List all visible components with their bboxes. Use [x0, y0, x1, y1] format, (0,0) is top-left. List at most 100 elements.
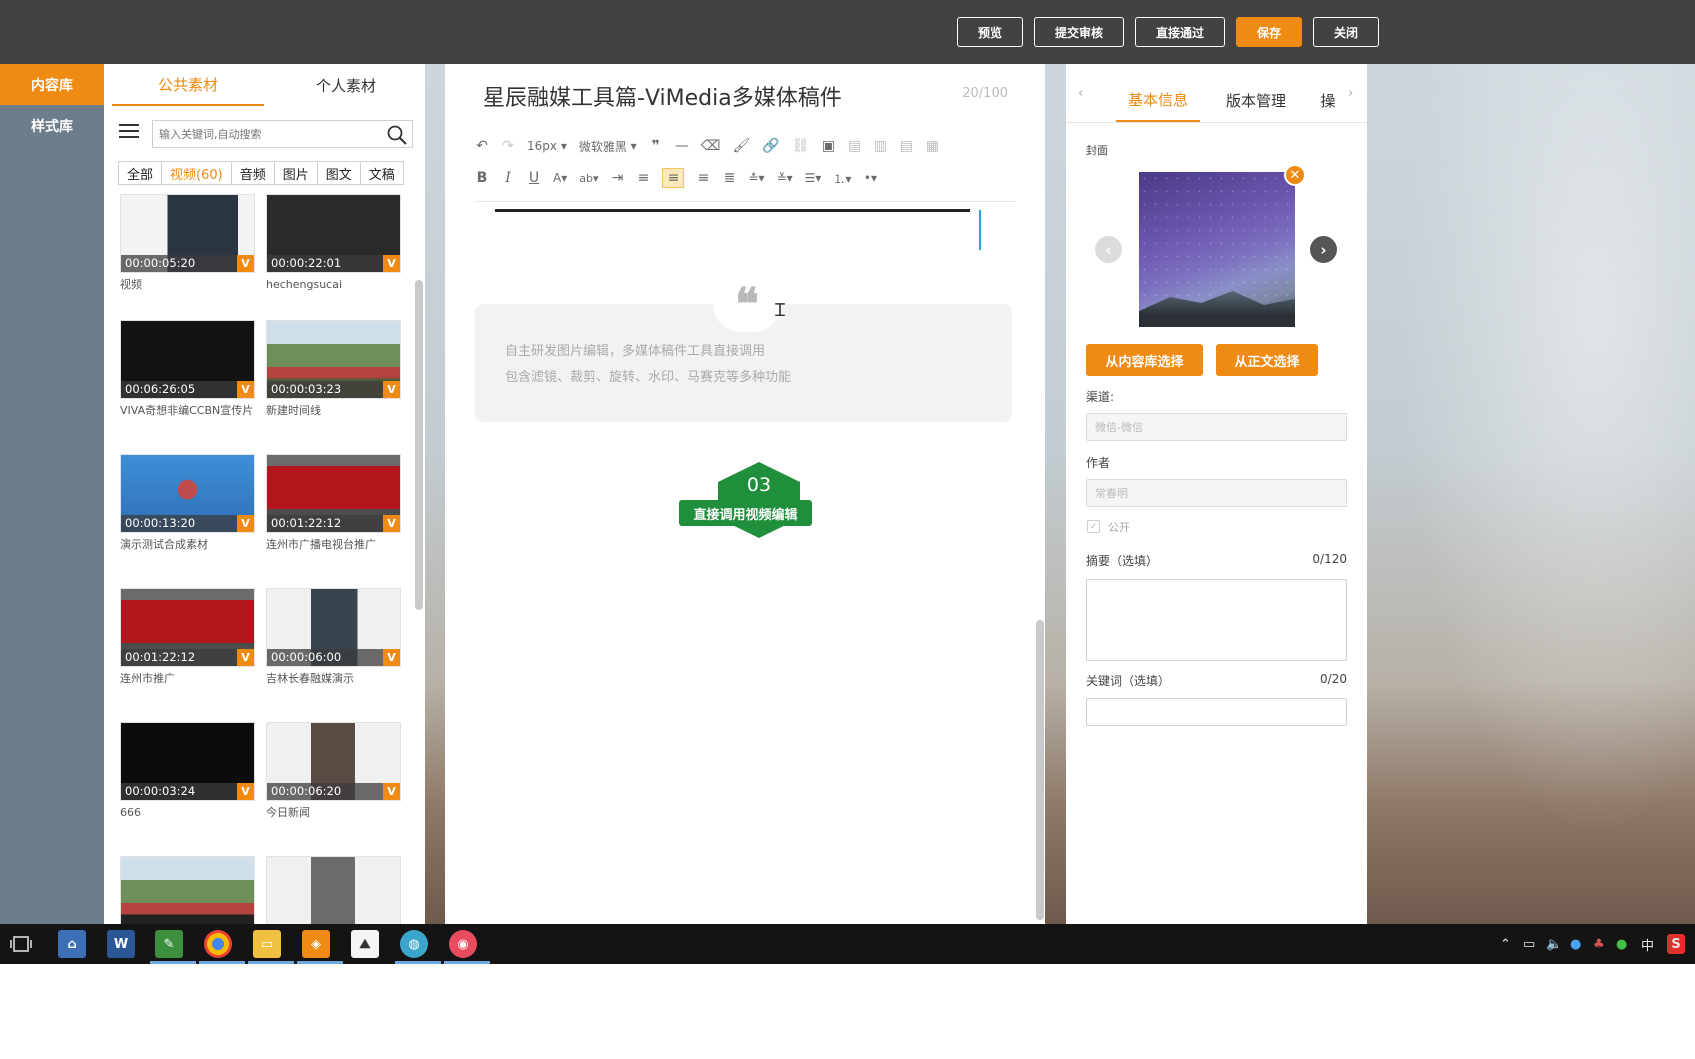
- select-from-library-button[interactable]: 从内容库选择: [1086, 344, 1203, 376]
- undo-icon[interactable]: ↶: [475, 136, 489, 156]
- editor-scrollbar[interactable]: [1036, 620, 1044, 920]
- preview-button[interactable]: 预览: [957, 17, 1023, 47]
- video-icon[interactable]: ▣: [822, 136, 836, 156]
- summary-textarea[interactable]: [1086, 579, 1347, 661]
- redo-icon[interactable]: ↷: [501, 136, 515, 156]
- ordered-list-icon[interactable]: ⒈▾: [833, 168, 851, 188]
- cover-prev-icon[interactable]: ‹: [1095, 236, 1122, 263]
- image-left-icon[interactable]: ▤: [848, 136, 862, 156]
- unlink-icon[interactable]: ⛓: [792, 136, 810, 156]
- material-scrollbar[interactable]: [415, 280, 423, 610]
- line-height-icon[interactable]: ☰▾: [805, 168, 822, 188]
- menu-icon[interactable]: [119, 124, 139, 138]
- tab-basic-info[interactable]: 基本信息: [1116, 78, 1200, 122]
- network-icon[interactable]: ▭: [1523, 934, 1535, 954]
- filter-article[interactable]: 图文: [317, 162, 361, 184]
- video-thumbnail: [120, 856, 255, 924]
- material-item[interactable]: 00:00:22:01 V hechengsucai: [266, 194, 401, 293]
- underline-icon[interactable]: U: [527, 168, 541, 188]
- row-spacing-top-icon[interactable]: ≛▾: [748, 168, 764, 188]
- align-left-icon[interactable]: ≡: [636, 168, 650, 188]
- bold-icon[interactable]: B: [475, 168, 489, 188]
- cover-next-icon[interactable]: ›: [1310, 236, 1337, 263]
- filter-all[interactable]: 全部: [119, 162, 163, 184]
- filter-image[interactable]: 图片: [274, 162, 318, 184]
- task-view-icon[interactable]: [10, 936, 32, 952]
- notepad-icon[interactable]: ✎: [155, 930, 183, 958]
- tab-public-material[interactable]: 公共素材: [112, 64, 264, 106]
- image-right-icon[interactable]: ▤: [900, 136, 914, 156]
- filter-manuscript[interactable]: 文稿: [360, 162, 403, 184]
- material-item[interactable]: 00:00:03:23 V 新建时间线: [266, 320, 401, 419]
- material-search-input[interactable]: [153, 121, 378, 147]
- font-size-select[interactable]: 16px ▾: [527, 136, 567, 156]
- tray-expand-icon[interactable]: ⌃: [1500, 934, 1511, 954]
- author-field[interactable]: 常春明: [1086, 479, 1347, 507]
- cover-label: 封面: [1086, 144, 1108, 157]
- material-item[interactable]: 00:06:26:05 V VIVA奇想非编CCBN宣传片: [120, 320, 255, 419]
- material-item[interactable]: 00:00:06:00 V 吉林长春融媒演示: [266, 588, 401, 687]
- material-item[interactable]: [120, 856, 255, 924]
- link-icon[interactable]: 🔗: [762, 136, 779, 156]
- indent-icon[interactable]: ⇥: [610, 168, 624, 188]
- image-center-icon[interactable]: ▦: [926, 136, 940, 156]
- material-item[interactable]: 00:00:03:24 V 666: [120, 722, 255, 821]
- select-from-body-button[interactable]: 从正文选择: [1216, 344, 1318, 376]
- sogou-input-icon[interactable]: S: [1667, 934, 1685, 954]
- recorder-icon[interactable]: ◉: [449, 930, 477, 958]
- image-none-icon[interactable]: ▥: [874, 136, 888, 156]
- material-item[interactable]: 00:01:22:12 V 连州市广播电视台推广: [266, 454, 401, 553]
- italic-icon[interactable]: I: [501, 168, 515, 188]
- document-title[interactable]: 星辰融媒工具篇-ViMedia多媒体稿件: [483, 80, 842, 112]
- approve-directly-button[interactable]: 直接通过: [1135, 17, 1225, 47]
- material-item[interactable]: 00:00:13:20 V 演示测试合成素材: [120, 454, 255, 553]
- nav-content-library[interactable]: 内容库: [0, 64, 104, 105]
- volume-icon[interactable]: 🔈: [1546, 934, 1562, 954]
- search-icon[interactable]: [386, 124, 408, 146]
- tab-version-management[interactable]: 版本管理: [1214, 78, 1298, 122]
- font-family-select[interactable]: 微软雅黑 ▾: [579, 136, 637, 156]
- tab-operation[interactable]: 操: [1316, 78, 1340, 122]
- align-center-icon[interactable]: ≡: [662, 168, 685, 188]
- channel-field[interactable]: 微信-微信: [1086, 413, 1347, 441]
- row-spacing-bottom-icon[interactable]: ≚▾: [777, 168, 793, 188]
- tray-app2-icon[interactable]: ♣: [1593, 934, 1605, 954]
- photos-icon[interactable]: ⛰: [351, 930, 379, 958]
- blockquote-icon[interactable]: ❞: [649, 136, 663, 156]
- word-icon[interactable]: W: [107, 930, 135, 958]
- submit-review-button[interactable]: 提交审核: [1034, 17, 1124, 47]
- app-orange-icon[interactable]: ◈: [302, 930, 330, 958]
- horizontal-rule-icon[interactable]: —: [675, 136, 689, 156]
- tab-next-icon[interactable]: ›: [1348, 86, 1353, 101]
- material-item[interactable]: 00:00:05:20 V 视频: [120, 194, 255, 293]
- tab-personal-material[interactable]: 个人素材: [270, 64, 422, 106]
- align-right-icon[interactable]: ≡: [696, 168, 710, 188]
- nav-style-library[interactable]: 样式库: [0, 105, 104, 146]
- globe-app-icon[interactable]: ◍: [400, 930, 428, 958]
- filter-audio[interactable]: 音频: [231, 162, 275, 184]
- public-checkbox[interactable]: ✓: [1087, 520, 1100, 533]
- material-item[interactable]: 00:00:06:20 V 今日新闻: [266, 722, 401, 821]
- keyword-input[interactable]: [1086, 698, 1347, 726]
- format-painter-icon[interactable]: 🖌: [733, 136, 751, 156]
- remove-cover-icon[interactable]: ✕: [1284, 164, 1306, 186]
- filter-video[interactable]: 视频(60): [162, 162, 232, 184]
- unordered-list-icon[interactable]: •▾: [863, 168, 877, 188]
- network-app-icon[interactable]: ⌂: [58, 930, 86, 958]
- align-justify-icon[interactable]: ≣: [722, 168, 736, 188]
- save-button[interactable]: 保存: [1236, 17, 1302, 47]
- font-color-icon[interactable]: A▾: [553, 168, 567, 188]
- material-item[interactable]: 00:01:22:12 V 连州市推广: [120, 588, 255, 687]
- tab-prev-icon[interactable]: ‹: [1078, 86, 1083, 101]
- content-divider-line: [495, 209, 970, 212]
- highlight-icon[interactable]: ab▾: [579, 168, 598, 188]
- close-button[interactable]: 关闭: [1313, 17, 1379, 47]
- cover-image[interactable]: [1139, 172, 1295, 327]
- eraser-icon[interactable]: ⌫: [701, 136, 721, 156]
- chrome-icon[interactable]: [204, 930, 232, 958]
- input-method-indicator[interactable]: 中: [1641, 934, 1654, 954]
- file-explorer-icon[interactable]: ▭: [253, 930, 281, 958]
- tray-app-icon[interactable]: ●: [1570, 934, 1581, 954]
- wechat-icon[interactable]: ●: [1616, 934, 1627, 954]
- material-item[interactable]: [266, 856, 401, 924]
